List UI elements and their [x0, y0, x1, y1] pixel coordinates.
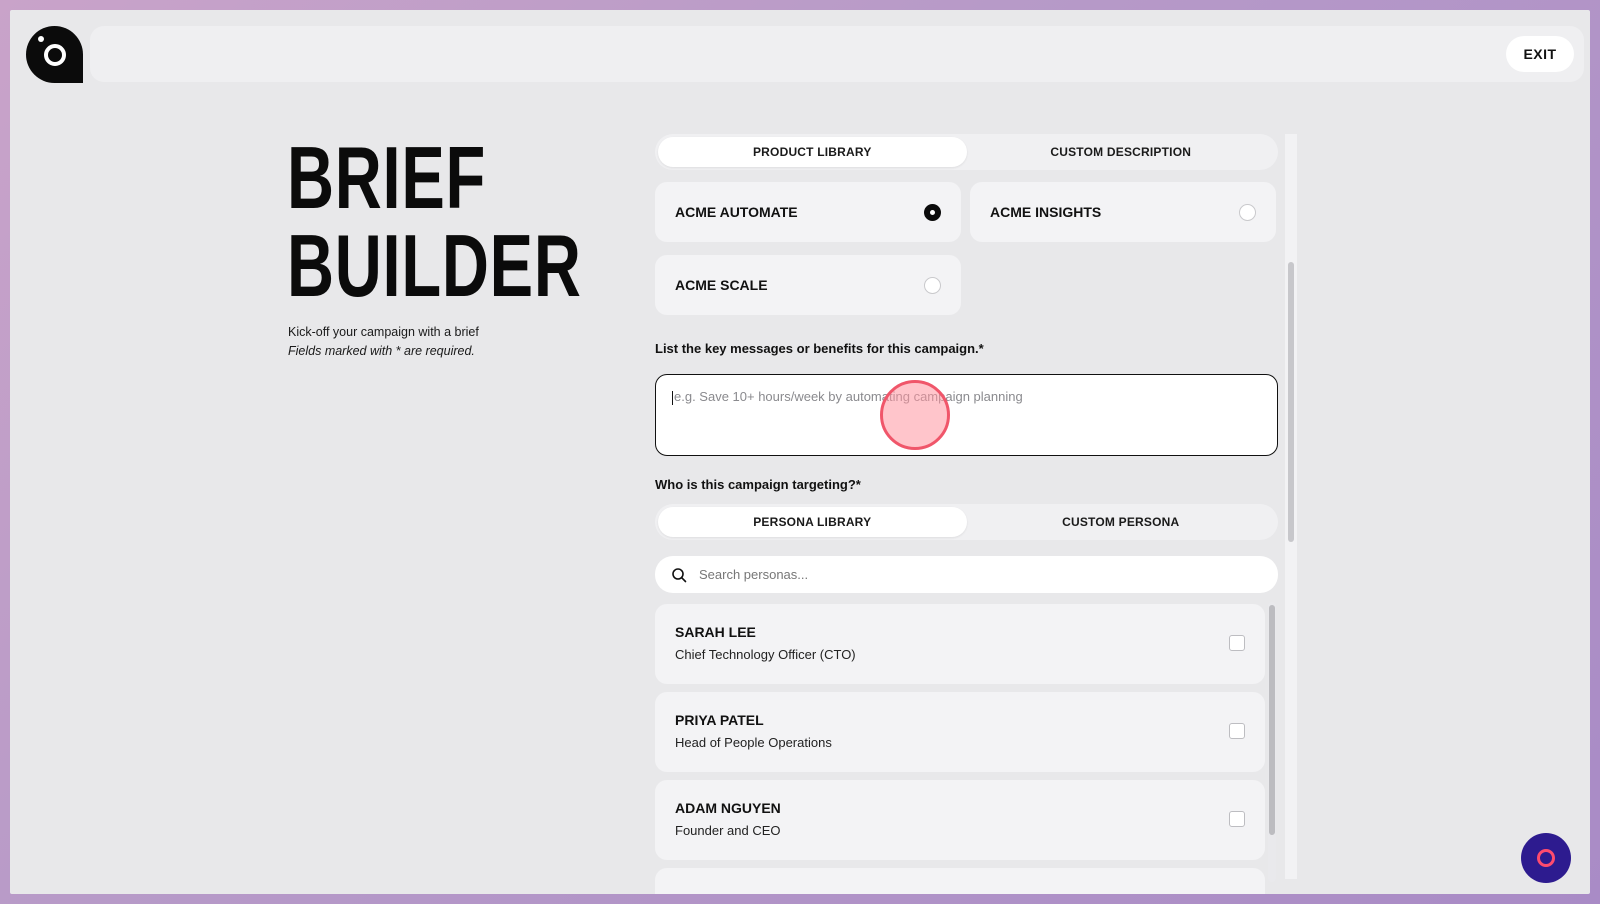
intro-subtitle: Kick-off your campaign with a brief: [288, 325, 479, 339]
radio-selected-icon[interactable]: [924, 203, 941, 221]
persona-role: Chief Technology Officer (CTO): [675, 647, 856, 662]
key-messages-label: List the key messages or benefits for th…: [655, 341, 984, 356]
persona-card-sarah-lee[interactable]: SARAH LEE Chief Technology Officer (CTO): [655, 604, 1265, 684]
product-option-acme-automate[interactable]: ACME AUTOMATE: [655, 182, 961, 242]
tab-product-library[interactable]: PRODUCT LIBRARY: [658, 137, 967, 167]
product-name: ACME INSIGHTS: [990, 204, 1102, 220]
logo-ring: [43, 43, 66, 66]
persona-card-priya-patel[interactable]: PRIYA PATEL Head of People Operations: [655, 692, 1265, 772]
tab-custom-persona[interactable]: CUSTOM PERSONA: [967, 507, 1276, 537]
required-note: Fields marked with * are required.: [288, 344, 475, 358]
page-title: BRIEF BUILDER: [287, 134, 582, 310]
tab-persona-library[interactable]: PERSONA LIBRARY: [658, 507, 967, 537]
key-messages-placeholder: e.g. Save 10+ hours/week by automating c…: [674, 389, 1023, 404]
form-scroll-thumb[interactable]: [1288, 262, 1294, 542]
targeting-label: Who is this campaign targeting?*: [655, 477, 861, 492]
logo-dot: [38, 36, 44, 42]
page-title-line1: BRIEF: [287, 128, 487, 227]
app-window: EXIT BRIEF BUILDER Kick-off your campaig…: [10, 10, 1590, 894]
search-icon: [671, 567, 687, 583]
product-option-acme-insights[interactable]: ACME INSIGHTS: [970, 182, 1276, 242]
product-source-tabs: PRODUCT LIBRARY CUSTOM DESCRIPTION: [655, 134, 1278, 170]
click-indicator: [880, 380, 950, 450]
persona-role: Founder and CEO: [675, 823, 781, 838]
key-messages-textarea[interactable]: e.g. Save 10+ hours/week by automating c…: [655, 374, 1278, 456]
persona-card-adam-nguyen[interactable]: ADAM NGUYEN Founder and CEO: [655, 780, 1265, 860]
form-scrollbar[interactable]: [1285, 134, 1297, 879]
page-title-line2: BUILDER: [287, 216, 582, 315]
persona-list-scroll-thumb[interactable]: [1269, 605, 1275, 835]
intro-text: Kick-off your campaign with a brief Fiel…: [288, 323, 479, 361]
top-bar: EXIT: [90, 26, 1584, 82]
exit-button[interactable]: EXIT: [1506, 36, 1574, 72]
persona-role: Head of People Operations: [675, 735, 832, 750]
persona-name: PRIYA PATEL: [675, 712, 764, 728]
persona-source-tabs: PERSONA LIBRARY CUSTOM PERSONA: [655, 504, 1278, 540]
brief-form: PRODUCT LIBRARY CUSTOM DESCRIPTION ACME …: [655, 134, 1278, 894]
radio-empty-icon[interactable]: [1239, 203, 1256, 221]
tab-custom-description[interactable]: CUSTOM DESCRIPTION: [967, 137, 1276, 167]
search-placeholder: Search personas...: [699, 567, 809, 582]
persona-name: ADAM NGUYEN: [675, 800, 781, 816]
persona-search-input[interactable]: Search personas...: [655, 556, 1278, 593]
persona-checkbox[interactable]: [1229, 635, 1245, 651]
persona-card-partial[interactable]: [655, 868, 1265, 894]
assistant-icon: [1537, 849, 1555, 867]
product-option-acme-scale[interactable]: ACME SCALE: [655, 255, 961, 315]
text-caret: [672, 390, 673, 405]
persona-checkbox[interactable]: [1229, 723, 1245, 739]
logo-icon[interactable]: [26, 26, 83, 83]
assistant-button[interactable]: [1521, 833, 1571, 883]
persona-name: SARAH LEE: [675, 624, 756, 640]
persona-list-scrollbar[interactable]: [1268, 602, 1276, 882]
product-name: ACME SCALE: [675, 277, 768, 293]
persona-checkbox[interactable]: [1229, 811, 1245, 827]
product-name: ACME AUTOMATE: [675, 204, 798, 220]
radio-empty-icon[interactable]: [924, 276, 941, 294]
